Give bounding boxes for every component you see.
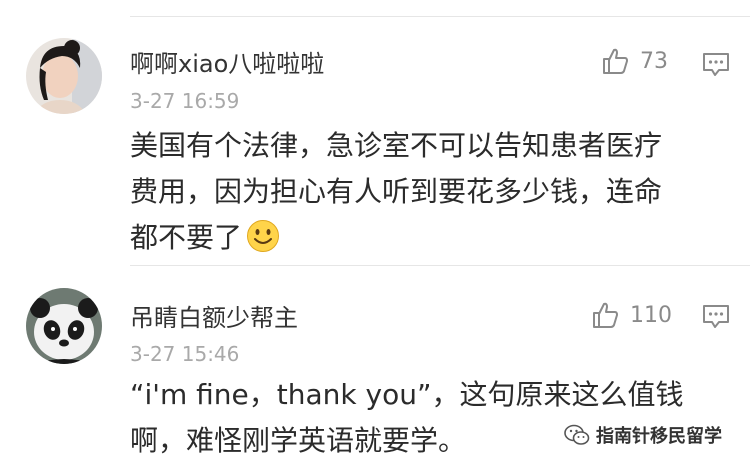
comment-time: 3-27 16:59	[130, 89, 240, 113]
watermark-text: 指南针移民留学	[596, 426, 722, 447]
username[interactable]: 吊睛白额少帮主	[130, 298, 298, 333]
comment-bubble-icon	[703, 53, 729, 76]
like-count: 110	[630, 302, 672, 328]
comment-text: 美国有个法律，急诊室不可以告知患者医疗 费用，因为担心有人听到要花多少钱，连命 …	[130, 123, 720, 267]
thumbs-up-icon	[593, 302, 618, 328]
avatar[interactable]	[26, 38, 102, 114]
like-button[interactable]: 110	[590, 300, 672, 330]
wechat-watermark: 指南针移民留学	[564, 422, 722, 448]
comment-line: 都不要了	[130, 215, 720, 267]
avatar-photo-icon	[26, 38, 102, 114]
comment-line-text: 都不要了	[130, 221, 243, 254]
reply-button[interactable]	[702, 52, 730, 82]
avatar[interactable]	[26, 288, 102, 364]
panda-avatar-icon	[26, 288, 102, 364]
comment-item: 啊啊xiao八啦啦啦 3-27 16:59 73 美国有个法律，急诊室不可以告知…	[0, 0, 750, 262]
comment-line: 费用，因为担心有人听到要花多少钱，连命	[130, 175, 663, 208]
thumbs-up-icon	[603, 48, 628, 74]
comment-line: 美国有个法律，急诊室不可以告知患者医疗	[130, 129, 663, 162]
comment-time: 3-27 15:46	[130, 342, 240, 366]
wechat-logo-icon	[564, 424, 590, 445]
comment-bubble-icon	[703, 305, 729, 328]
like-button[interactable]: 73	[600, 46, 668, 76]
smile-emoji-icon	[246, 219, 280, 267]
like-count: 73	[640, 48, 668, 74]
reply-button[interactable]	[702, 304, 730, 334]
username[interactable]: 啊啊xiao八啦啦啦	[130, 44, 324, 79]
comment-line: “i'm fine，thank you”，这句原来这么值钱	[130, 378, 684, 411]
comment-text: “i'm fine，thank you”，这句原来这么值钱 啊，难怪刚学英语就要…	[130, 372, 720, 464]
